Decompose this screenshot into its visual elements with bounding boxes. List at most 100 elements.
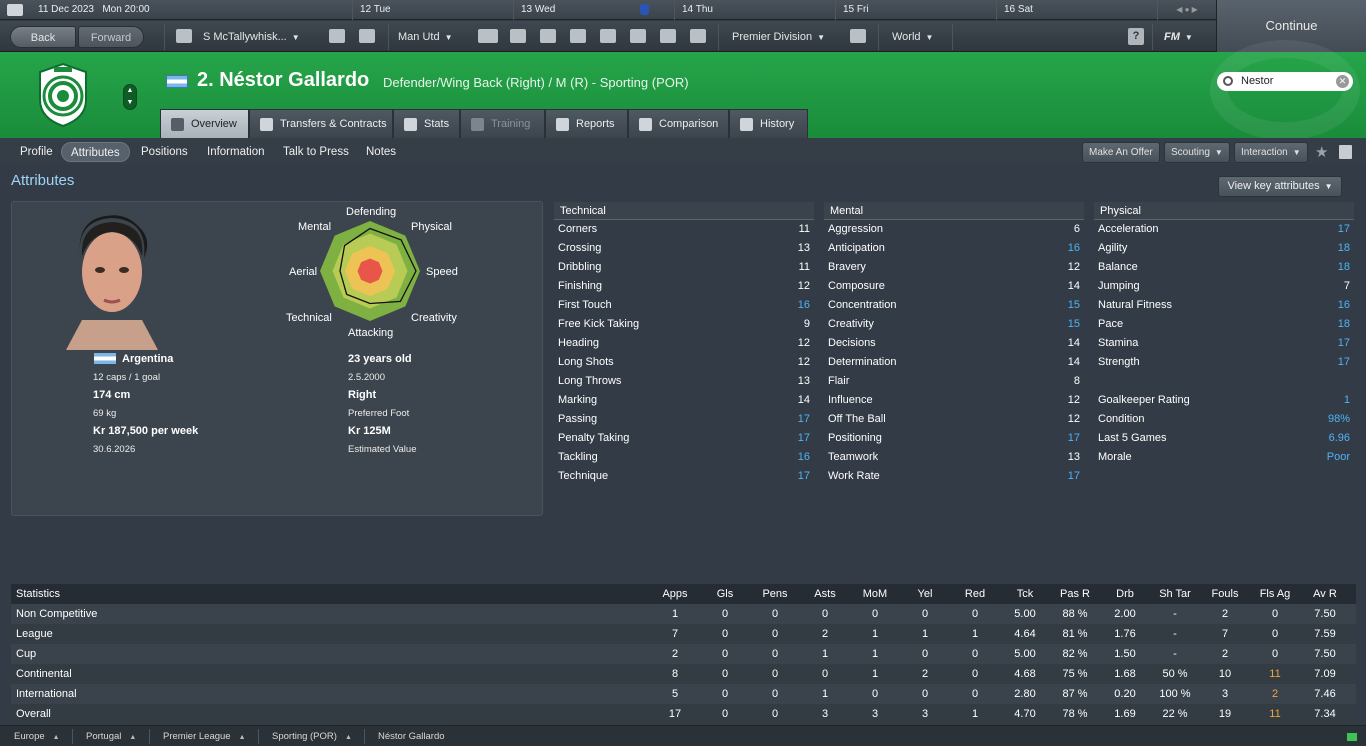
stats-row[interactable]: League 7 0 0 2 1 1 1 4.64 81 % 1.76 - 7 0 7.59 [11, 624, 1356, 644]
star-icon[interactable]: ★ [1315, 143, 1328, 161]
mental-attribute-row[interactable]: Positioning 17 [824, 429, 1084, 448]
stats-row[interactable]: Continental 8 0 0 0 1 2 0 4.68 75 % 1.68 50 % 10 11 7.… [11, 664, 1356, 684]
subnav-positions[interactable]: Positions [132, 142, 197, 162]
tactics-icon[interactable] [510, 29, 526, 43]
tab-reports[interactable]: Reports [545, 109, 628, 138]
mental-attribute-row[interactable]: Flair 8 [824, 372, 1084, 391]
technical-attribute-row[interactable]: Crossing 13 [554, 239, 814, 258]
physical-status-row[interactable]: Last 5 Games 6.96 [1094, 429, 1354, 448]
tab-training[interactable]: Training [460, 109, 545, 138]
physical-status-row[interactable]: Morale Poor [1094, 448, 1354, 467]
day-14[interactable]: 14 Thu [674, 0, 834, 20]
breadcrumb-sporting[interactable]: Sporting (POR) ▲ [258, 726, 352, 746]
physical-attribute-row[interactable]: Natural Fitness 16 [1094, 296, 1354, 315]
physical-attribute-row[interactable]: Pace 18 [1094, 315, 1354, 334]
scouting-icon[interactable] [630, 29, 646, 43]
league-menu[interactable]: Premier Division ▼ [732, 26, 842, 48]
tab-history[interactable]: History [729, 109, 808, 138]
physical-attribute-row[interactable]: Balance 18 [1094, 258, 1354, 277]
tab-overview[interactable]: Overview [160, 109, 249, 138]
stats-row[interactable]: Cup 2 0 0 1 1 0 0 5.00 82 % 1.50 - 2 0 7.50 [11, 644, 1356, 664]
mental-attribute-row[interactable]: Bravery 12 [824, 258, 1084, 277]
help-button[interactable]: ? [1128, 28, 1144, 45]
physical-status-row[interactable]: Condition 98% [1094, 410, 1354, 429]
subnav-information[interactable]: Information [198, 142, 274, 162]
physical-attribute-row[interactable]: Stamina 17 [1094, 334, 1354, 353]
tab-stats[interactable]: Stats [393, 109, 460, 138]
nationality[interactable]: Argentina [122, 353, 173, 365]
tab-comparison[interactable]: Comparison [628, 109, 729, 138]
technical-attribute-row[interactable]: Technique 17 [554, 467, 814, 486]
inbox-icon[interactable] [329, 29, 345, 43]
technical-attribute-row[interactable]: Heading 12 [554, 334, 814, 353]
technical-attribute-row[interactable]: Free Kick Taking 9 [554, 315, 814, 334]
add-note-icon[interactable] [1339, 145, 1352, 159]
technical-attribute-row[interactable]: Long Shots 12 [554, 353, 814, 372]
day-16[interactable]: 16 Sat [996, 0, 1156, 20]
technical-attribute-row[interactable]: Marking 14 [554, 391, 814, 410]
player-switch-arrows[interactable]: ▲ ▼ [123, 84, 137, 110]
clear-search-icon[interactable]: ✕ [1336, 75, 1349, 88]
manager-profile-icon[interactable] [359, 29, 375, 43]
training-icon[interactable] [540, 29, 556, 43]
mental-attribute-row[interactable]: Work Rate 17 [824, 467, 1084, 486]
mental-attribute-row[interactable]: Aggression 6 [824, 220, 1084, 239]
player-position[interactable]: Defender/Wing Back (Right) / M (R) - Spo… [383, 75, 689, 90]
technical-attribute-row[interactable]: First Touch 16 [554, 296, 814, 315]
subnav-profile[interactable]: Profile [11, 142, 62, 162]
stats-row[interactable]: International 5 0 0 1 0 0 0 2.80 87 % 0.20 100 % 3 2 7… [11, 684, 1356, 704]
forward-button[interactable]: Forward [78, 26, 144, 48]
day-13[interactable]: 13 Wed [513, 0, 673, 20]
mental-attribute-row[interactable]: Influence 12 [824, 391, 1084, 410]
physical-attribute-row[interactable]: Acceleration 17 [1094, 220, 1354, 239]
home-icon[interactable] [176, 29, 192, 43]
finances-icon[interactable] [660, 29, 676, 43]
day-12[interactable]: 12 Tue [352, 0, 512, 20]
squad-icon[interactable] [478, 29, 498, 43]
stats-row[interactable]: Non Competitive 1 0 0 0 0 0 0 5.00 88 % 2.00 - 2 0 7.5… [11, 604, 1356, 624]
technical-attribute-row[interactable]: Tackling 16 [554, 448, 814, 467]
back-button[interactable]: Back [10, 26, 76, 48]
breadcrumb-europe[interactable]: Europe ▲ [0, 726, 60, 746]
technical-attribute-row[interactable]: Long Throws 13 [554, 372, 814, 391]
technical-attribute-row[interactable]: Dribbling 11 [554, 258, 814, 277]
subnav-notes[interactable]: Notes [357, 142, 405, 162]
schedule-icon[interactable] [570, 29, 586, 43]
technical-attribute-row[interactable]: Corners 11 [554, 220, 814, 239]
mental-attribute-row[interactable]: Composure 14 [824, 277, 1084, 296]
make-offer-button[interactable]: Make An Offer [1082, 142, 1160, 163]
date-scroll-controls[interactable]: ◀ ● ▶ [1157, 0, 1216, 20]
subnav-talk-to-press[interactable]: Talk to Press [274, 142, 358, 162]
view-key-attributes-button[interactable]: View key attributes ▼ [1218, 176, 1342, 197]
club-menu[interactable]: Man Utd ▼ [398, 26, 468, 48]
event-icon[interactable] [640, 4, 649, 15]
physical-attribute-row[interactable]: Strength 17 [1094, 353, 1354, 372]
technical-attribute-row[interactable]: Passing 17 [554, 410, 814, 429]
subnav-attributes[interactable]: Attributes [61, 142, 130, 162]
breadcrumb-premier-league[interactable]: Premier League ▲ [149, 726, 246, 746]
world-menu[interactable]: World ▼ [892, 26, 952, 48]
mental-attribute-row[interactable]: Creativity 15 [824, 315, 1084, 334]
transfers-icon[interactable] [600, 29, 616, 43]
tab-transfers-contracts[interactable]: Transfers & Contracts [249, 109, 393, 138]
mental-attribute-row[interactable]: Anticipation 16 [824, 239, 1084, 258]
breadcrumb-portugal[interactable]: Portugal ▲ [72, 726, 136, 746]
mental-attribute-row[interactable]: Decisions 14 [824, 334, 1084, 353]
mental-attribute-row[interactable]: Determination 14 [824, 353, 1084, 372]
physical-attribute-row[interactable]: Jumping 7 [1094, 277, 1354, 296]
mental-attribute-row[interactable]: Teamwork 13 [824, 448, 1084, 467]
physical-attribute-row[interactable]: Agility 18 [1094, 239, 1354, 258]
interaction-menu[interactable]: Interaction ▼ [1234, 142, 1308, 163]
manager-menu[interactable]: S McTallywhisk... ▼ [203, 26, 321, 48]
technical-attribute-row[interactable]: Finishing 12 [554, 277, 814, 296]
technical-attribute-row[interactable]: Penalty Taking 17 [554, 429, 814, 448]
fm-menu[interactable]: FM ▼ [1164, 26, 1206, 48]
breadcrumb-player[interactable]: Néstor Gallardo [364, 726, 445, 746]
search-input[interactable]: Nestor ✕ [1217, 72, 1353, 91]
physical-status-row[interactable]: Goalkeeper Rating 1 [1094, 391, 1354, 410]
league-table-icon[interactable] [850, 29, 866, 43]
stats-row[interactable]: Overall 17 0 0 3 3 3 1 4.70 78 % 1.69 22 % 19 11 7.34 [11, 704, 1356, 724]
calendar-icon[interactable] [7, 4, 23, 16]
mental-attribute-row[interactable]: Off The Ball 12 [824, 410, 1084, 429]
day-15[interactable]: 15 Fri [835, 0, 995, 20]
